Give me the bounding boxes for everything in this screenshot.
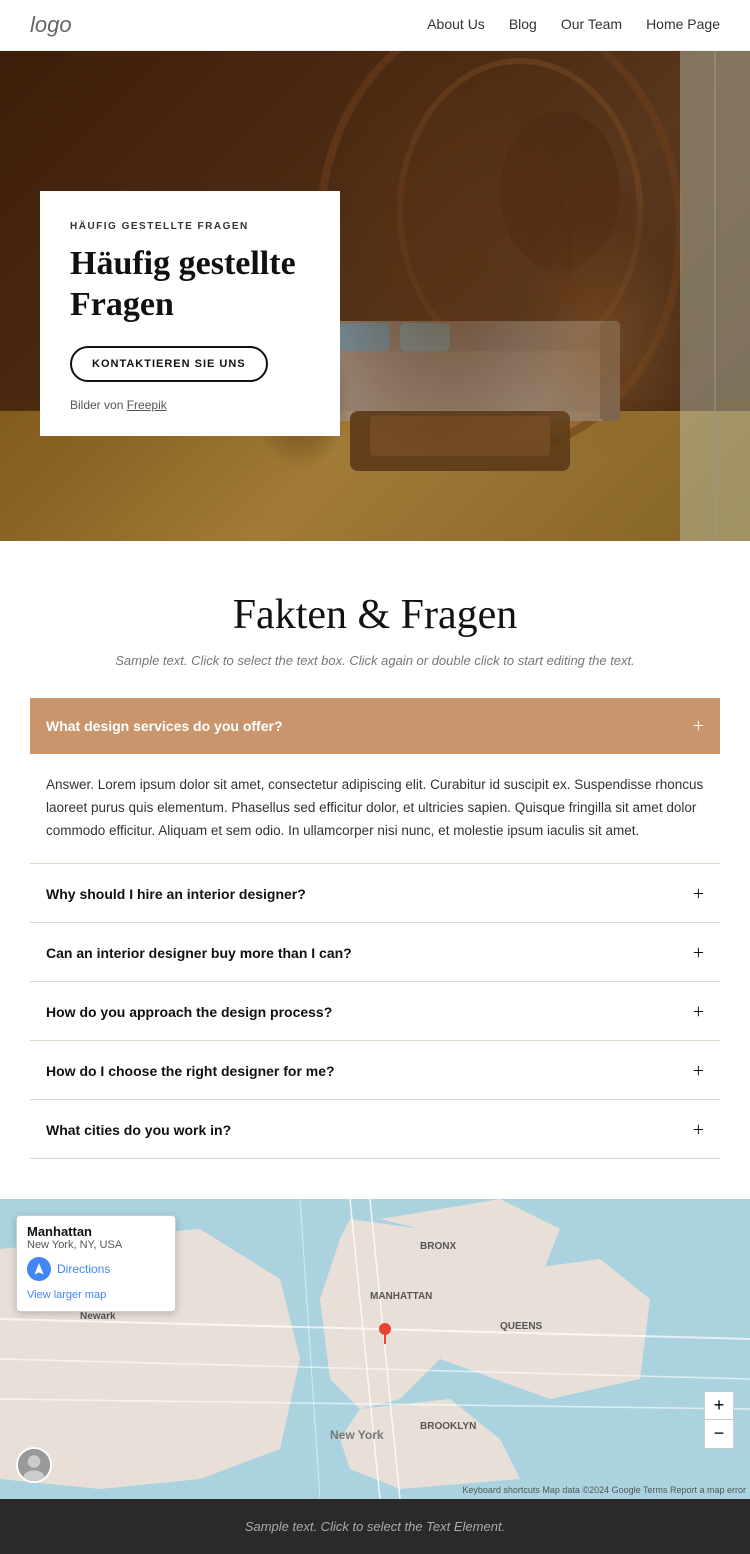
accordion-header-4[interactable]: How do you approach the design process? … — [30, 984, 720, 1040]
map-popup: Manhattan New York, NY, USA Directions V… — [16, 1215, 176, 1312]
accordion-header-5[interactable]: How do I choose the right designer for m… — [30, 1043, 720, 1099]
nav-home[interactable]: Home Page — [646, 16, 720, 32]
hero-title: Häufig gestellte Fragen — [70, 244, 310, 326]
accordion-icon-5: + — [693, 1061, 704, 1081]
accordion-item-3: Can an interior designer buy more than I… — [30, 925, 720, 982]
map-section: MANHATTAN BROOKLYN QUEENS BRONX Newark N… — [0, 1199, 750, 1499]
map-zoom-controls: + − — [704, 1391, 734, 1449]
svg-text:Newark: Newark — [80, 1311, 116, 1322]
map-location-sub: New York, NY, USA — [27, 1239, 165, 1251]
accordion-header-3[interactable]: Can an interior designer buy more than I… — [30, 925, 720, 981]
footer-text: Sample text. Click to select the Text El… — [20, 1519, 730, 1534]
accordion-icon-3: + — [693, 943, 704, 963]
navbar: logo About Us Blog Our Team Home Page — [0, 0, 750, 51]
map-avatar — [16, 1447, 52, 1483]
accordion-question-3: Can an interior designer buy more than I… — [46, 945, 352, 961]
svg-text:BRONX: BRONX — [420, 1241, 456, 1252]
accordion-icon-6: + — [693, 1120, 704, 1140]
svg-text:New York: New York — [330, 1428, 384, 1442]
svg-text:BROOKLYN: BROOKLYN — [420, 1421, 476, 1432]
directions-label[interactable]: Directions — [57, 1262, 110, 1276]
hero-card: HÄUFIG GESTELLTE FRAGEN Häufig gestellte… — [40, 191, 340, 436]
accordion-icon-4: + — [693, 1002, 704, 1022]
footer: Sample text. Click to select the Text El… — [0, 1499, 750, 1554]
faq-sample-text: Sample text. Click to select the text bo… — [30, 653, 720, 668]
map-attribution: Keyboard shortcuts Map data ©2024 Google… — [462, 1485, 746, 1495]
accordion-item-2: Why should I hire an interior designer? … — [30, 866, 720, 923]
zoom-in-button[interactable]: + — [705, 1392, 733, 1420]
accordion-item-4: How do you approach the design process? … — [30, 984, 720, 1041]
view-larger-map-link[interactable]: View larger map — [27, 1289, 106, 1301]
faq-main-title: Fakten & Fragen — [30, 591, 720, 639]
directions-icon — [27, 1257, 51, 1281]
accordion-item-6: What cities do you work in? + — [30, 1102, 720, 1159]
accordion-question-2: Why should I hire an interior designer? — [46, 886, 306, 902]
accordion-body-1: Answer. Lorem ipsum dolor sit amet, cons… — [30, 754, 720, 863]
contact-button[interactable]: KONTAKTIEREN SIE UNS — [70, 346, 268, 382]
svg-text:QUEENS: QUEENS — [500, 1321, 543, 1332]
zoom-out-button[interactable]: − — [705, 1420, 733, 1448]
accordion-header-1[interactable]: What design services do you offer? + — [30, 698, 720, 754]
logo: logo — [30, 12, 72, 38]
accordion-question-6: What cities do you work in? — [46, 1122, 231, 1138]
freepik-link[interactable]: Freepik — [127, 398, 167, 412]
accordion: What design services do you offer? + Ans… — [30, 698, 720, 1159]
map-location-title: Manhattan — [27, 1224, 165, 1239]
faq-section: Fakten & Fragen Sample text. Click to se… — [0, 541, 750, 1199]
accordion-header-2[interactable]: Why should I hire an interior designer? … — [30, 866, 720, 922]
nav-links: About Us Blog Our Team Home Page — [427, 16, 720, 34]
hero-section: HÄUFIG GESTELLTE FRAGEN Häufig gestellte… — [0, 51, 750, 541]
hero-credit: Bilder von Freepik — [70, 398, 310, 412]
accordion-item-1: What design services do you offer? + Ans… — [30, 698, 720, 864]
accordion-icon-1: + — [693, 716, 704, 736]
accordion-item-5: How do I choose the right designer for m… — [30, 1043, 720, 1100]
accordion-header-6[interactable]: What cities do you work in? + — [30, 1102, 720, 1158]
svg-text:MANHATTAN: MANHATTAN — [370, 1291, 432, 1302]
accordion-icon-2: + — [693, 884, 704, 904]
nav-team[interactable]: Our Team — [561, 16, 622, 32]
accordion-question-5: How do I choose the right designer for m… — [46, 1063, 335, 1079]
accordion-question-1: What design services do you offer? — [46, 718, 283, 734]
hero-subtitle: HÄUFIG GESTELLTE FRAGEN — [70, 221, 310, 232]
nav-blog[interactable]: Blog — [509, 16, 537, 32]
nav-about[interactable]: About Us — [427, 16, 485, 32]
accordion-question-4: How do you approach the design process? — [46, 1004, 332, 1020]
